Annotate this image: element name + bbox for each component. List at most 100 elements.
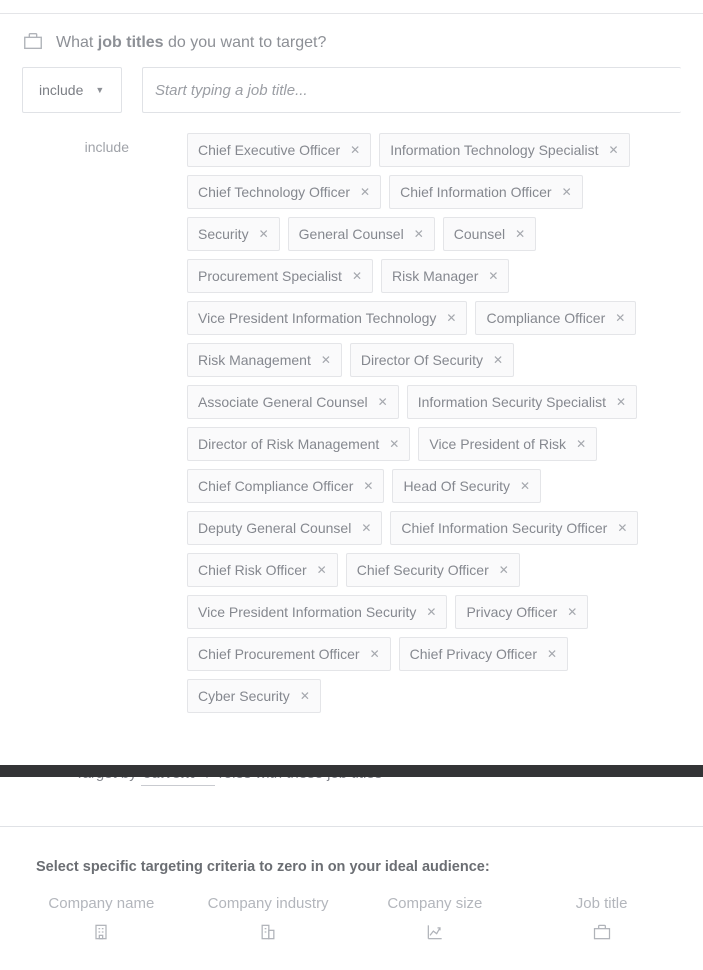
- tag-group-label: include: [22, 133, 187, 713]
- tag: Chief Security Officer ✕: [346, 553, 520, 587]
- remove-tag-icon[interactable]: ✕: [360, 186, 370, 198]
- tag-label: Information Security Specialist: [418, 394, 606, 410]
- remove-tag-icon[interactable]: ✕: [547, 648, 557, 660]
- tag-label: Cyber Security: [198, 688, 290, 704]
- tag-label: Chief Executive Officer: [198, 142, 340, 158]
- remove-tag-icon[interactable]: ✕: [378, 396, 388, 408]
- tag-label: Chief Compliance Officer: [198, 478, 353, 494]
- tag: Head Of Security ✕: [392, 469, 541, 503]
- remove-tag-icon[interactable]: ✕: [520, 480, 530, 492]
- tag: Compliance Officer ✕: [475, 301, 636, 335]
- tag-label: Chief Privacy Officer: [410, 646, 537, 662]
- remove-tag-icon[interactable]: ✕: [414, 228, 424, 240]
- tag: Counsel ✕: [443, 217, 536, 251]
- criteria-label: Company size: [387, 895, 482, 912]
- briefcase-icon: [592, 922, 612, 942]
- tag-label: Chief Risk Officer: [198, 562, 307, 578]
- remove-tag-icon[interactable]: ✕: [321, 354, 331, 366]
- remove-tag-icon[interactable]: ✕: [363, 480, 373, 492]
- criteria-title: Select specific targeting criteria to ze…: [0, 827, 703, 895]
- criteria-item[interactable]: Company industry: [185, 895, 352, 942]
- tag: Risk Manager ✕: [381, 259, 509, 293]
- tag: Vice President Information Technology ✕: [187, 301, 467, 335]
- remove-tag-icon[interactable]: ✕: [562, 186, 572, 198]
- tag-label: Chief Security Officer: [357, 562, 489, 578]
- tag: Chief Information Security Officer ✕: [390, 511, 638, 545]
- remove-tag-icon[interactable]: ✕: [576, 438, 586, 450]
- tags-list: Chief Executive Officer ✕ Information Tech…: [187, 133, 681, 713]
- tag: Chief Procurement Officer ✕: [187, 637, 391, 671]
- criteria-label: Company industry: [208, 895, 329, 912]
- criteria-label: Company name: [48, 895, 154, 912]
- tag: Chief Risk Officer ✕: [187, 553, 338, 587]
- remove-tag-icon[interactable]: ✕: [350, 144, 360, 156]
- tag-label: Information Technology Specialist: [390, 142, 598, 158]
- tag-label: Compliance Officer: [486, 310, 605, 326]
- tag: Vice President of Risk ✕: [418, 427, 597, 461]
- remove-tag-icon[interactable]: ✕: [389, 438, 399, 450]
- tag: Director Of Security ✕: [350, 343, 514, 377]
- tag: Privacy Officer ✕: [455, 595, 588, 629]
- remove-tag-icon[interactable]: ✕: [259, 228, 269, 240]
- tag: Procurement Specialist ✕: [187, 259, 373, 293]
- tag-label: Vice President Information Security: [198, 604, 416, 620]
- remove-tag-icon[interactable]: ✕: [616, 396, 626, 408]
- tag: Information Technology Specialist ✕: [379, 133, 629, 167]
- tag-label: Chief Procurement Officer: [198, 646, 360, 662]
- footer-bar: [0, 765, 703, 777]
- remove-tag-icon[interactable]: ✕: [426, 606, 436, 618]
- tag: Chief Information Officer ✕: [389, 175, 583, 209]
- tag: Cyber Security ✕: [187, 679, 321, 713]
- header-title: What job titles do you want to target?: [56, 34, 326, 52]
- tag-label: Vice President Information Technology: [198, 310, 436, 326]
- include-selector-label: include: [39, 82, 83, 98]
- tag: Information Security Specialist ✕: [407, 385, 637, 419]
- tag-label: Risk Manager: [392, 268, 478, 284]
- job-title-input-container: [142, 67, 681, 113]
- remove-tag-icon[interactable]: ✕: [370, 648, 380, 660]
- caret-down-icon: ▼: [95, 85, 104, 95]
- remove-tag-icon[interactable]: ✕: [499, 564, 509, 576]
- tag: Associate General Counsel ✕: [187, 385, 399, 419]
- tag-label: Chief Information Officer: [400, 184, 551, 200]
- tag: General Counsel ✕: [288, 217, 435, 251]
- job-title-input[interactable]: [155, 82, 669, 99]
- remove-tag-icon[interactable]: ✕: [615, 312, 625, 324]
- tag-label: Privacy Officer: [466, 604, 557, 620]
- criteria-item[interactable]: Company name: [18, 895, 185, 942]
- remove-tag-icon[interactable]: ✕: [515, 228, 525, 240]
- tag-label: Chief Information Security Officer: [401, 520, 607, 536]
- remove-tag-icon[interactable]: ✕: [300, 690, 310, 702]
- remove-tag-icon[interactable]: ✕: [352, 270, 362, 282]
- remove-tag-icon[interactable]: ✕: [488, 270, 498, 282]
- tag-label: Counsel: [454, 226, 505, 242]
- industry-icon: [258, 922, 278, 942]
- tag: Risk Management ✕: [187, 343, 342, 377]
- include-selector[interactable]: include ▼: [22, 67, 122, 113]
- criteria-label: Job title: [576, 895, 628, 912]
- criteria-row: Company name Company industry Company size…: [0, 895, 703, 970]
- tag-label: Procurement Specialist: [198, 268, 342, 284]
- tag: Chief Technology Officer✕: [187, 175, 381, 209]
- briefcase-icon: [22, 30, 44, 55]
- remove-tag-icon[interactable]: ✕: [617, 522, 627, 534]
- criteria-item[interactable]: Company size: [352, 895, 519, 942]
- tag-label: General Counsel: [299, 226, 404, 242]
- tag-label: Vice President of Risk: [429, 436, 566, 452]
- remove-tag-icon[interactable]: ✕: [493, 354, 503, 366]
- tag: Security✕: [187, 217, 280, 251]
- remove-tag-icon[interactable]: ✕: [317, 564, 327, 576]
- criteria-item[interactable]: Job title: [518, 895, 685, 942]
- remove-tag-icon[interactable]: ✕: [446, 312, 456, 324]
- remove-tag-icon[interactable]: ✕: [567, 606, 577, 618]
- tag-label: Deputy General Counsel: [198, 520, 351, 536]
- remove-tag-icon[interactable]: ✕: [361, 522, 371, 534]
- chart-icon: [425, 922, 445, 942]
- remove-tag-icon[interactable]: ✕: [609, 144, 619, 156]
- tag-label: Associate General Counsel: [198, 394, 368, 410]
- tag-label: Head Of Security: [403, 478, 510, 494]
- tag-label: Director Of Security: [361, 352, 483, 368]
- tag: Chief Privacy Officer ✕: [399, 637, 568, 671]
- tag-label: Risk Management: [198, 352, 311, 368]
- building-icon: [91, 922, 111, 942]
